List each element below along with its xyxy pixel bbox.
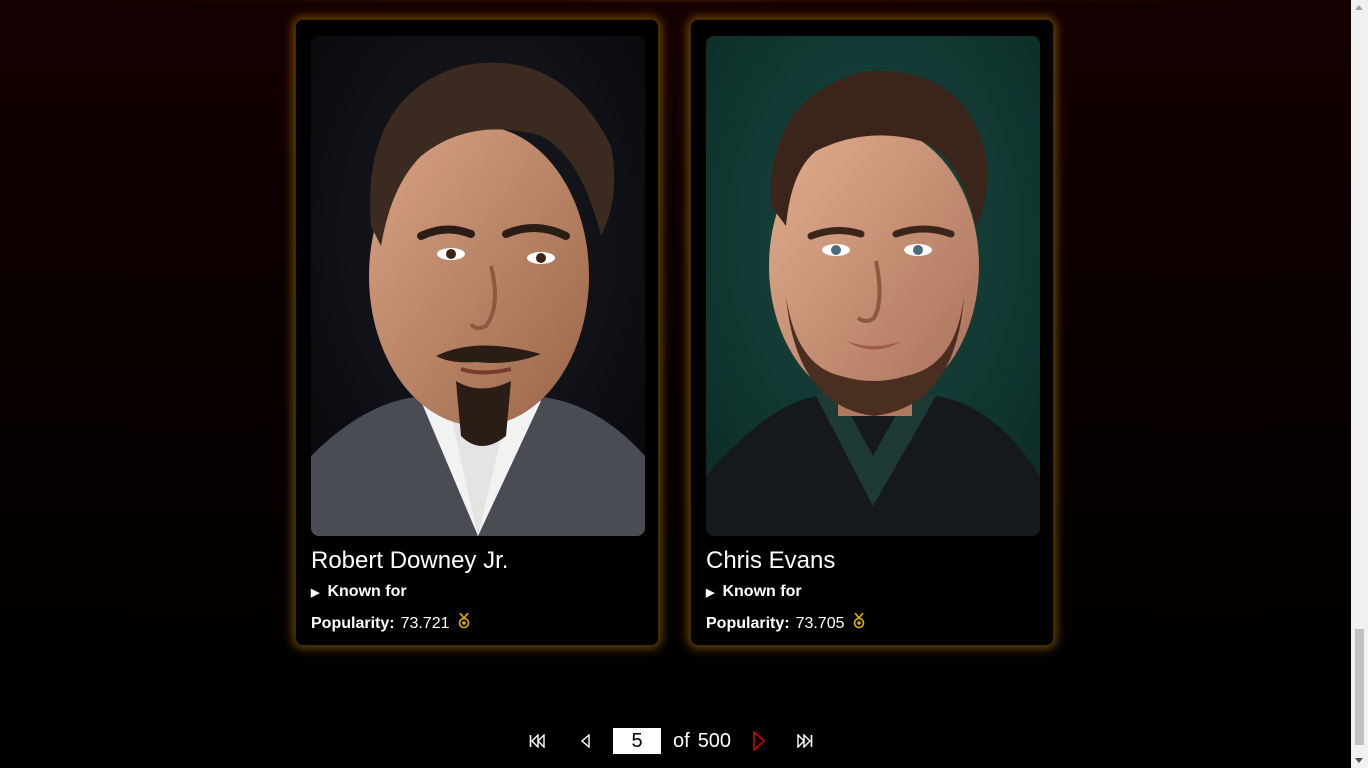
page-number-input[interactable] [613, 728, 661, 754]
first-page-button[interactable] [525, 729, 549, 753]
chevron-right-icon [753, 731, 766, 751]
vertical-scrollbar[interactable] [1351, 0, 1368, 768]
pagination: of 500 [525, 727, 817, 755]
disclosure-triangle-icon: ▶ [311, 586, 320, 599]
actor-portrait-image [311, 36, 645, 536]
of-label: of [673, 729, 690, 752]
known-for-toggle[interactable]: ▶ Known for [311, 583, 407, 601]
actor-name: Chris Evans [706, 547, 836, 574]
medal-icon [853, 612, 865, 634]
scrollbar-thumb[interactable] [1355, 629, 1364, 745]
popularity-label: Popularity: [311, 614, 395, 632]
actor-photo[interactable] [706, 36, 1040, 536]
popularity-row: Popularity: 73.721 [311, 612, 470, 634]
medal-icon [458, 612, 470, 634]
popularity-value: 73.721 [400, 614, 450, 632]
chevron-left-icon [580, 734, 590, 748]
next-page-button[interactable] [747, 729, 771, 753]
last-page-button[interactable] [793, 729, 817, 753]
top-divider [100, 0, 1250, 2]
actor-card[interactable]: Robert Downey Jr. ▶ Known for Popularity… [295, 19, 659, 646]
actor-card[interactable]: Chris Evans ▶ Known for Popularity: 73.7… [690, 19, 1054, 646]
disclosure-triangle-icon: ▶ [706, 586, 715, 599]
known-for-label: Known for [722, 583, 802, 600]
skip-last-icon [797, 734, 813, 748]
previous-page-button[interactable] [573, 729, 597, 753]
known-for-toggle[interactable]: ▶ Known for [706, 583, 802, 601]
scroll-up-arrow-icon[interactable] [1355, 5, 1363, 10]
actor-portrait-image [706, 36, 1040, 536]
skip-first-icon [529, 734, 545, 748]
actor-photo[interactable] [311, 36, 645, 536]
popularity-row: Popularity: 73.705 [706, 612, 865, 634]
actor-name: Robert Downey Jr. [311, 547, 509, 574]
popularity-value: 73.705 [795, 614, 845, 632]
total-pages: 500 [697, 729, 732, 752]
scroll-down-arrow-icon[interactable] [1355, 758, 1363, 763]
popularity-label: Popularity: [706, 614, 790, 632]
known-for-label: Known for [327, 583, 407, 600]
